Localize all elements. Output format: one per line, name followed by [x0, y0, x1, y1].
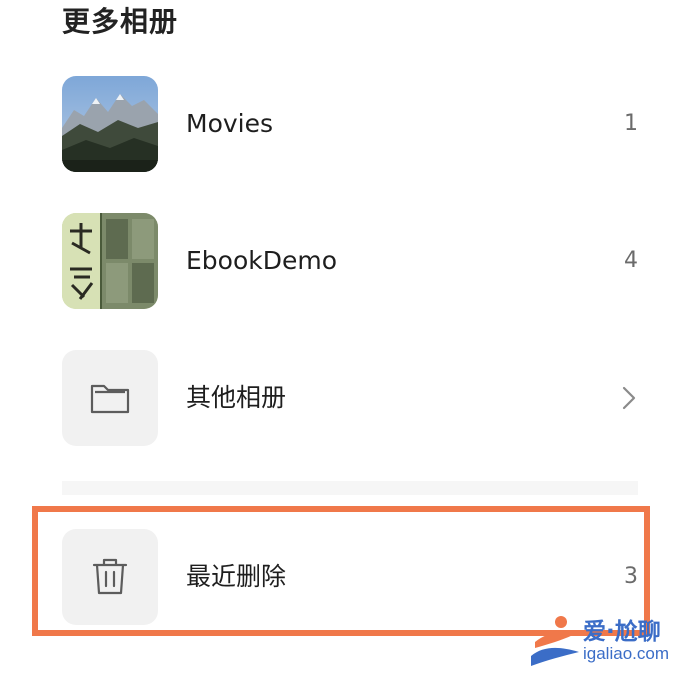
- ebook-cover-thumbnail: [62, 213, 158, 309]
- folder-thumbnail: [62, 350, 158, 446]
- watermark-url-text: igaliao.com: [583, 644, 669, 663]
- mountain-landscape-thumbnail: [62, 76, 158, 172]
- album-count: 4: [624, 248, 638, 273]
- album-item-ebookdemo[interactable]: EbookDemo 4: [62, 213, 642, 309]
- album-name: EbookDemo: [186, 246, 338, 275]
- watermark-main-text: 爱·尬聊: [583, 619, 661, 645]
- album-item-other-albums[interactable]: 其他相册: [62, 350, 642, 446]
- album-count: 1: [624, 111, 638, 136]
- section-title: 更多相册: [62, 5, 179, 38]
- watermark: 爱·尬聊 igaliao.com: [525, 612, 685, 674]
- watermark-logo-icon: [531, 616, 579, 666]
- folder-icon: [90, 384, 130, 414]
- album-name: 其他相册: [186, 383, 287, 412]
- album-name: Movies: [186, 109, 274, 138]
- chevron-right-icon: [622, 386, 636, 410]
- album-item-movies[interactable]: Movies 1: [62, 76, 642, 172]
- section-divider: [62, 481, 638, 495]
